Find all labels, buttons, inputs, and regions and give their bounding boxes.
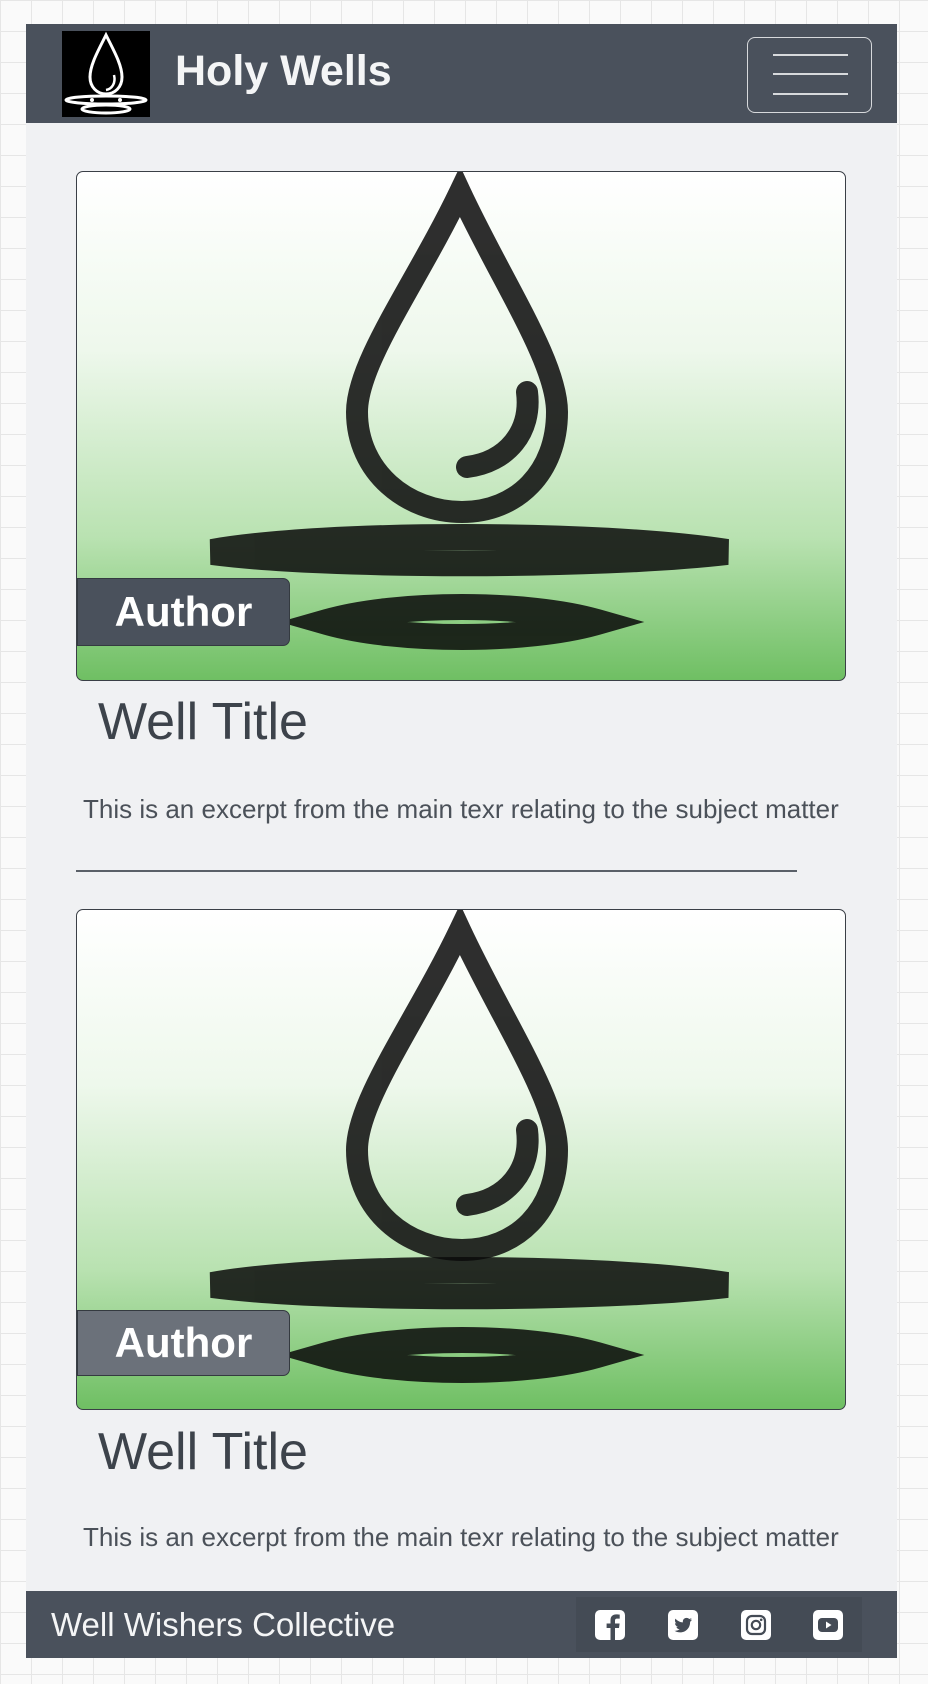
excerpt-text: This is an excerpt from the main texr re… [83, 1522, 839, 1552]
page-frame: Holy Wells Author Well Title This is an … [26, 24, 897, 1658]
card-image[interactable]: Author [76, 909, 846, 1410]
navbar: Holy Wells [26, 24, 897, 123]
excerpt-text: This is an excerpt from the main texr re… [83, 794, 839, 824]
social-links [576, 1597, 862, 1652]
facebook-icon[interactable] [594, 1609, 626, 1641]
card-image[interactable]: Author [76, 171, 846, 681]
well-title[interactable]: Well Title [98, 1426, 308, 1478]
hamburger-menu-button[interactable] [747, 37, 872, 113]
divider [76, 870, 797, 872]
youtube-icon[interactable] [812, 1609, 844, 1641]
footer-text: Well Wishers Collective [51, 1606, 396, 1643]
hamburger-menu-icon [773, 54, 848, 56]
author-badge[interactable]: Author [77, 1310, 290, 1376]
author-badge[interactable]: Author [77, 578, 290, 646]
brand-title[interactable]: Holy Wells [175, 50, 392, 93]
instagram-icon[interactable] [740, 1609, 772, 1641]
footer: Well Wishers Collective [26, 1591, 897, 1658]
water-drop-icon[interactable] [62, 31, 150, 117]
twitter-icon[interactable] [667, 1609, 699, 1641]
well-title[interactable]: Well Title [98, 696, 308, 748]
